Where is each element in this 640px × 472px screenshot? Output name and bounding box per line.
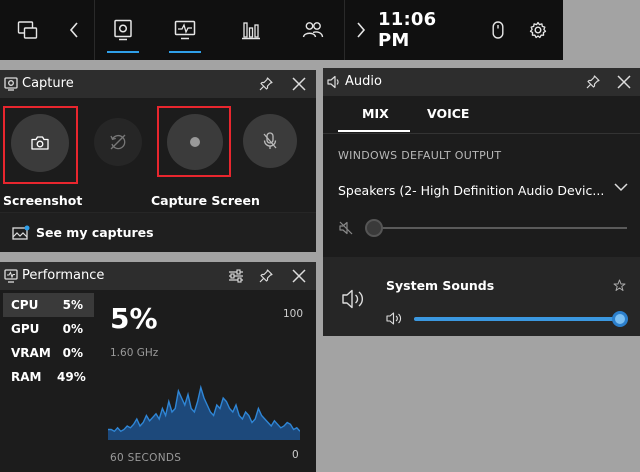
metric-name: VRAM bbox=[11, 346, 51, 360]
mouse-lock-button[interactable] bbox=[484, 0, 512, 60]
record-last-30-button[interactable] bbox=[94, 118, 142, 166]
metric-value: 0% bbox=[62, 322, 83, 336]
capture-screen-label: Capture Screen bbox=[151, 193, 260, 208]
performance-options-button[interactable] bbox=[226, 266, 246, 286]
close-icon bbox=[292, 77, 306, 91]
gear-icon bbox=[529, 21, 547, 39]
xbox-social-icon bbox=[302, 22, 324, 38]
system-sounds-icon bbox=[342, 289, 363, 309]
speaker-header-icon bbox=[327, 75, 339, 89]
capture-header-icon bbox=[4, 77, 18, 91]
resources-widget-button[interactable] bbox=[228, 0, 274, 60]
chevron-left-icon bbox=[69, 22, 78, 38]
screenshot-label: Screenshot bbox=[3, 193, 83, 208]
cpu-usage-graph bbox=[108, 384, 300, 440]
metric-name: GPU bbox=[11, 322, 40, 336]
capture-widget-button[interactable] bbox=[100, 0, 146, 60]
gallery-icon bbox=[12, 225, 30, 240]
audio-header[interactable]: Audio bbox=[323, 68, 640, 96]
metric-name: CPU bbox=[11, 298, 39, 312]
pin-icon bbox=[259, 77, 273, 91]
audio-close-button[interactable] bbox=[614, 72, 634, 92]
speaker-muted-icon[interactable] bbox=[339, 221, 353, 235]
app-volume-slider[interactable] bbox=[414, 310, 628, 328]
game-bar-top: 11:06 PM bbox=[0, 0, 563, 60]
metric-value: 49% bbox=[57, 370, 86, 384]
resources-widget-icon bbox=[242, 22, 260, 40]
clock-time: 11:06 PM bbox=[378, 9, 437, 51]
metric-gpu[interactable]: GPU 0% bbox=[3, 317, 94, 341]
graph-min-label: 0 bbox=[292, 449, 299, 461]
performance-close-button[interactable] bbox=[289, 266, 309, 286]
app-volume-fill bbox=[414, 317, 620, 321]
metric-vram[interactable]: VRAM 0% bbox=[3, 341, 94, 365]
master-volume-slider[interactable] bbox=[365, 219, 627, 237]
capture-screen-highlight bbox=[157, 106, 231, 177]
output-device-value: Speakers (2- High Definition Audio Devic… bbox=[338, 183, 605, 198]
audio-title: Audio bbox=[345, 74, 382, 89]
performance-header[interactable]: Performance bbox=[0, 262, 316, 290]
screenshot-highlight bbox=[3, 106, 78, 184]
app-name: System Sounds bbox=[386, 278, 495, 293]
performance-metric-list: CPU 5% GPU 0% VRAM 0% RAM 49% bbox=[3, 293, 94, 389]
audio-pin-button[interactable] bbox=[583, 72, 603, 92]
capture-pin-button[interactable] bbox=[256, 74, 276, 94]
tab-voice[interactable]: VOICE bbox=[427, 106, 469, 121]
close-icon bbox=[292, 269, 306, 283]
metric-cpu[interactable]: CPU 5% bbox=[3, 293, 94, 317]
see-my-captures-label: See my captures bbox=[36, 225, 154, 240]
cpu-usage-area bbox=[108, 387, 300, 440]
capture-widget-icon bbox=[114, 19, 132, 41]
capture-close-button[interactable] bbox=[289, 74, 309, 94]
metric-value: 5% bbox=[62, 298, 83, 312]
widget-menu-button[interactable] bbox=[10, 0, 46, 60]
capture-active-indicator bbox=[107, 51, 139, 53]
chevron-down-icon bbox=[614, 183, 628, 192]
microphone-toggle-button[interactable] bbox=[243, 114, 297, 168]
app-volume-icon[interactable] bbox=[386, 312, 402, 325]
performance-widget-button[interactable] bbox=[162, 0, 208, 60]
close-icon bbox=[617, 75, 631, 89]
pin-icon bbox=[259, 269, 273, 283]
performance-title: Performance bbox=[22, 268, 105, 283]
chevron-right-icon bbox=[357, 22, 366, 38]
cpu-frequency: 1.60 GHz bbox=[110, 347, 159, 359]
widget-menu-icon bbox=[17, 21, 38, 39]
performance-pin-button[interactable] bbox=[256, 266, 276, 286]
performance-active-indicator bbox=[169, 51, 201, 53]
scroll-left-button[interactable] bbox=[62, 0, 86, 60]
tab-mix[interactable]: MIX bbox=[362, 106, 389, 121]
graph-max-label: 100 bbox=[283, 308, 304, 320]
app-volume-thumb[interactable] bbox=[612, 311, 628, 327]
master-volume-thumb[interactable] bbox=[365, 219, 383, 237]
settings-button[interactable] bbox=[522, 0, 554, 60]
mouse-icon bbox=[492, 21, 504, 39]
graph-duration-label: 60 SECONDS bbox=[110, 452, 182, 464]
tab-mix-indicator bbox=[338, 130, 410, 132]
sliders-icon bbox=[229, 269, 243, 283]
favorite-star-icon[interactable] bbox=[613, 279, 626, 292]
scroll-right-button[interactable] bbox=[350, 0, 372, 60]
see-my-captures-link[interactable]: See my captures bbox=[0, 212, 316, 252]
performance-header-icon bbox=[4, 269, 18, 283]
xbox-social-button[interactable] bbox=[290, 0, 336, 60]
capture-header[interactable]: Capture bbox=[0, 70, 316, 98]
pin-icon bbox=[586, 75, 600, 89]
cpu-big-value: 5% bbox=[110, 302, 158, 335]
record-history-disabled-icon bbox=[110, 134, 126, 150]
metric-name: RAM bbox=[11, 370, 42, 384]
microphone-muted-icon bbox=[263, 132, 277, 149]
master-volume-track bbox=[375, 227, 627, 229]
metric-ram[interactable]: RAM 49% bbox=[3, 365, 94, 389]
capture-title: Capture bbox=[22, 76, 74, 91]
metric-value: 0% bbox=[62, 346, 83, 360]
output-label: WINDOWS DEFAULT OUTPUT bbox=[338, 149, 502, 162]
output-device-dropdown[interactable]: Speakers (2- High Definition Audio Devic… bbox=[338, 180, 630, 198]
performance-widget-icon bbox=[174, 20, 196, 40]
